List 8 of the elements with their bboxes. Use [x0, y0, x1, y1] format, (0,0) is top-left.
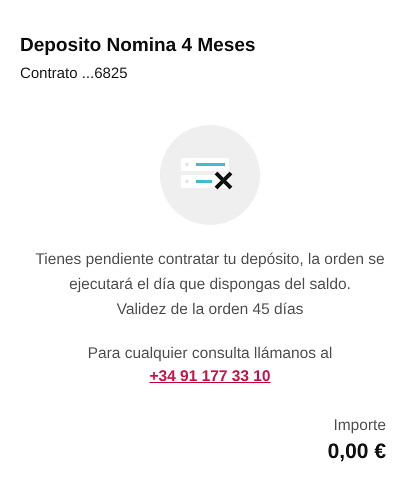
amount-value: 0,00 € [328, 439, 386, 465]
contact-prompt: Para cualquier consulta llámanos al [88, 344, 332, 364]
phone-link[interactable]: +34 91 177 33 10 [149, 365, 271, 388]
contract-number: Contrato ...6825 [20, 64, 129, 84]
pending-order-message: Tienes pendiente contratar tu depósito, la orden se ejecutará el día que dispongas del saldo. [34, 250, 386, 295]
validity-note: Validez de la orden 45 días [116, 300, 304, 320]
amount-label: Importe [333, 416, 386, 436]
page-title: Deposito Nomina 4 Meses [20, 34, 256, 58]
